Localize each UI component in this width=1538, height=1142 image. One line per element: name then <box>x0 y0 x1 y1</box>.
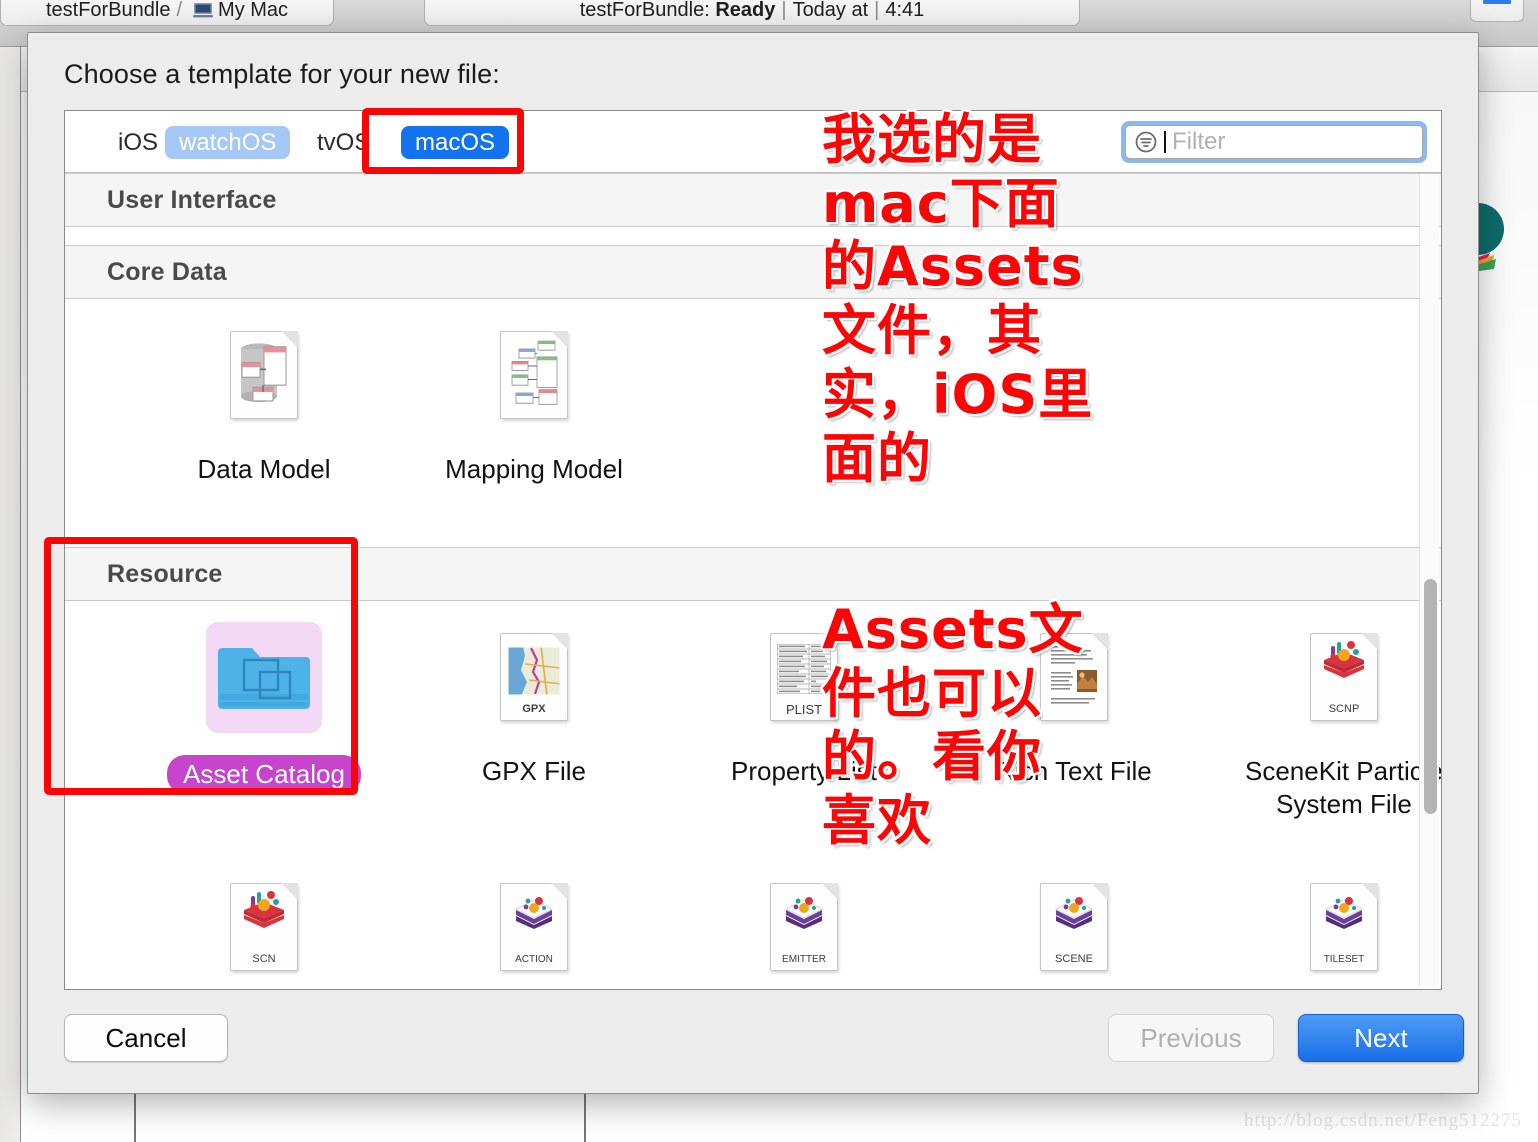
doc-tag: SCN <box>252 953 276 965</box>
editor-options-button[interactable] <box>1470 0 1524 22</box>
template-item-spritekit-scene[interactable]: SCENE SpriteKit Scene <box>939 873 1209 989</box>
tileset-document-icon: TILESET <box>1310 883 1378 971</box>
scnp-document-icon: SCNP <box>1310 633 1378 721</box>
sheet-title: Choose a template for your new file: <box>64 59 500 89</box>
tab-tvos[interactable]: tvOS <box>303 126 384 159</box>
data-model-document-icon <box>230 331 298 419</box>
section-header-resource: Resource <box>65 547 1441 601</box>
doc-tag: ACTION <box>515 954 553 965</box>
template-item-spritekit-particle[interactable]: EMITTER SpriteKit Particle <box>669 873 939 989</box>
scn-document-icon: SCN <box>230 883 298 971</box>
doc-tag: GPX <box>522 703 546 715</box>
cancel-button[interactable]: Cancel <box>64 1014 228 1062</box>
template-icon <box>230 321 298 429</box>
scenekit-glyph <box>1322 640 1366 680</box>
template-icon <box>206 621 322 733</box>
doc-tag: EMITTER <box>782 954 826 965</box>
section-header-user-interface: User Interface <box>65 173 1441 227</box>
spritekit-glyph <box>782 890 826 930</box>
template-item-spritekit-action[interactable]: ACTION SpriteKit Action <box>399 873 669 989</box>
template-label: Asset Catalog <box>167 755 361 794</box>
platform-tab-bar: iOS watchOS tvOS macOS Filter <box>65 111 1441 173</box>
template-icon: SCN <box>230 873 298 981</box>
toolbar-line-2 <box>1483 0 1511 4</box>
template-icon: SCENE <box>1040 873 1108 981</box>
template-icon: GPX <box>500 623 568 731</box>
doc-tag: SCNP <box>1328 703 1360 715</box>
template-row-core-data: Data Model Mapping Model <box>65 299 1441 547</box>
status-text: testForBundle: Ready | Today at | 4:41 <box>579 0 925 21</box>
filter-field-focus-ring: Filter <box>1121 121 1427 163</box>
spritekit-glyph <box>1322 890 1366 930</box>
activity-status-view: testForBundle: Ready | Today at | 4:41 <box>424 0 1080 26</box>
template-label: Data Model <box>197 454 331 484</box>
template-icon: SCNP <box>1310 623 1378 731</box>
template-item-scenekit-scene[interactable]: SCN SceneKit Scene <box>129 873 399 989</box>
template-row-resource-1: Asset Catalog GPX GPX File PLIST Propert… <box>65 601 1441 851</box>
template-label: GPX File <box>481 756 587 786</box>
action-document-icon: ACTION <box>500 883 568 971</box>
section-header-core-data: Core Data <box>65 245 1441 299</box>
template-item-data-model[interactable]: Data Model <box>129 321 399 537</box>
text-caret <box>1164 131 1166 153</box>
template-row-resource-2: SCN SceneKit Scene <box>65 851 1441 989</box>
gpx-map-document-icon: GPX <box>500 633 568 721</box>
filter-placeholder: Filter <box>1172 128 1226 155</box>
spritekit-glyph <box>1052 890 1096 930</box>
template-icon: ACTION <box>500 873 568 981</box>
next-button[interactable]: Next <box>1298 1014 1464 1062</box>
previous-button[interactable]: Previous <box>1108 1014 1274 1062</box>
template-list: User Interface Core Data Data Model Mapp… <box>65 173 1441 989</box>
emitter-document-icon: EMITTER <box>770 883 838 971</box>
template-icon: EMITTER <box>770 873 838 981</box>
navigator-panel-edge <box>0 46 21 1142</box>
template-icon: TILESET <box>1310 873 1378 981</box>
section-gap <box>65 227 1441 245</box>
new-file-template-sheet: Choose a template for your new file: iOS… <box>27 32 1479 1094</box>
doc-tag: SCENE <box>1055 953 1093 965</box>
template-browser-panel: iOS watchOS tvOS macOS Filter User Inter… <box>64 110 1442 990</box>
template-item-gpx-file[interactable]: GPX GPX File <box>399 623 669 841</box>
asset-catalog-folder-icon <box>206 621 322 733</box>
doc-tag: TILESET <box>1323 954 1365 965</box>
annotation-text-block-1: 我选的是 mac下面 的Assets 文件，其 实，iOS里 面的 <box>822 108 1094 490</box>
scheme-selector[interactable]: testForBundle / My Mac <box>0 0 334 26</box>
tab-macos[interactable]: macOS <box>401 126 510 159</box>
template-item-scenekit-particle[interactable]: SCNP SceneKit Particle System File <box>1209 623 1441 841</box>
section-label: Resource <box>107 559 223 588</box>
filter-lines-circle-icon <box>1135 131 1157 153</box>
my-mac-icon <box>193 3 214 18</box>
template-item-mapping-model[interactable]: Mapping Model <box>399 321 669 537</box>
template-label: Mapping Model <box>445 454 623 484</box>
scene-document-icon: SCENE <box>1040 883 1108 971</box>
tab-ios[interactable]: iOS <box>104 126 172 159</box>
section-label: Core Data <box>107 257 227 286</box>
blog-watermark: http://blog.csdn.net/Feng512275 <box>1244 1110 1522 1131</box>
template-icon <box>500 321 568 429</box>
template-item-asset-catalog[interactable]: Asset Catalog <box>129 621 399 841</box>
section-label: User Interface <box>107 185 277 214</box>
mapping-model-document-icon <box>500 331 568 419</box>
filter-input[interactable]: Filter <box>1125 125 1423 159</box>
template-list-scrollbar[interactable] <box>1419 174 1439 987</box>
spritekit-glyph <box>512 890 556 930</box>
template-label: SceneKit Particle System File <box>1245 756 1441 819</box>
annotation-text-block-2: Assets文 件也可以 的。看你 喜欢 <box>822 598 1084 853</box>
template-item-spritekit-tileset[interactable]: TILESET SpriteKit Tile Set <box>1209 873 1441 989</box>
scenekit-glyph <box>242 890 286 930</box>
tab-watchos[interactable]: watchOS <box>165 126 291 159</box>
scheme-text: testForBundle / My Mac <box>45 0 289 21</box>
scrollbar-thumb[interactable] <box>1424 579 1437 814</box>
